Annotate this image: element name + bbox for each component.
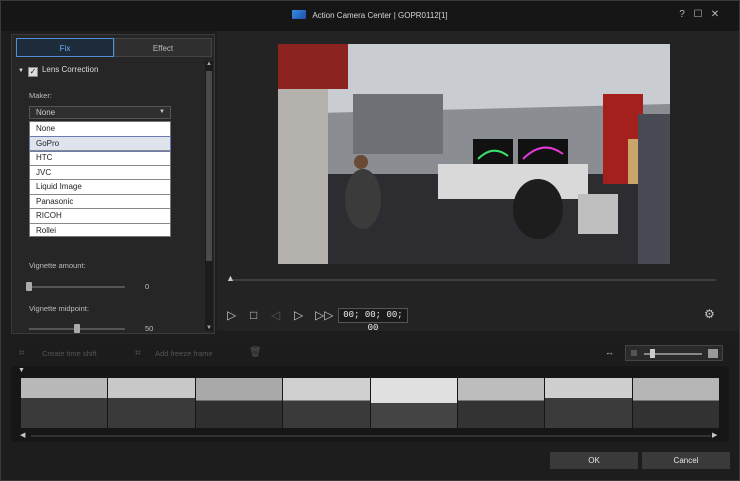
vignette-amount-slider[interactable] <box>29 286 125 288</box>
tab-fix[interactable]: Fix <box>16 38 114 57</box>
thumbnail-frame <box>283 378 370 428</box>
add-freeze-frame-button[interactable]: Add freeze frame <box>155 349 213 358</box>
close-button[interactable]: ✕ <box>708 9 722 21</box>
timecode-display: 00; 00; 00; 00 <box>338 308 408 333</box>
delete-trash-icon[interactable]: 🗑 <box>249 347 262 358</box>
window-title-text: Action Camera Center | GOPR0112[1] <box>312 11 448 20</box>
seek-handle-icon[interactable]: ▲ <box>226 273 235 283</box>
thumbnail-frame <box>195 378 283 428</box>
maker-option-jvc[interactable]: JVC <box>30 166 170 180</box>
thumbnail-frame <box>457 378 545 428</box>
scroll-left-icon[interactable]: ◀ <box>20 431 25 439</box>
maker-label: Maker: <box>29 91 52 100</box>
create-time-shift-icon: ⌗ <box>19 348 25 359</box>
panel-scrollbar[interactable]: ▲ ▼ <box>205 61 213 331</box>
app-icon <box>292 10 307 19</box>
zoom-out-icon[interactable] <box>631 350 637 356</box>
thumbnail-frame <box>370 378 457 428</box>
fast-forward-icon[interactable]: ▷▷ <box>315 308 333 322</box>
maker-option-liquid-image[interactable]: Liquid Image <box>30 180 170 195</box>
maker-option-ricoh[interactable]: RICOH <box>30 209 170 224</box>
maximize-button[interactable]: ☐ <box>691 9 705 21</box>
maker-option-gopro[interactable]: GoPro <box>29 135 171 152</box>
fix-panel: Fix Effect ▼ ✓ Lens Correction Maker: None… <box>11 34 215 334</box>
chevron-down-icon: ▼ <box>159 109 165 115</box>
next-frame-icon[interactable]: ▷ <box>294 308 303 322</box>
thumbnail-frame <box>21 378 108 428</box>
lens-correction-header[interactable]: ▼ ✓ Lens Correction <box>18 65 98 77</box>
add-freeze-frame-icon: ⌗ <box>135 348 141 359</box>
window-title: Action Camera Center | GOPR0112[1] <box>1 10 739 20</box>
vignette-midpoint-label: Vignette midpoint: <box>29 304 89 313</box>
ok-button[interactable]: OK <box>550 452 638 469</box>
zoom-in-icon[interactable] <box>708 349 718 358</box>
fit-timeline-icon[interactable]: ↔ <box>605 347 614 357</box>
vignette-amount-handle[interactable] <box>26 282 32 291</box>
maker-dropdown-list: None GoPro HTC JVC Liquid Image Panasoni… <box>29 121 171 237</box>
create-time-shift-button[interactable]: Create time shift <box>42 349 97 358</box>
cancel-button[interactable]: Cancel <box>642 452 730 469</box>
office-scene-image <box>278 44 670 264</box>
scrollbar-thumb[interactable] <box>206 71 212 261</box>
collapse-arrow-icon[interactable]: ▼ <box>18 68 24 74</box>
maker-option-none[interactable]: None <box>30 122 170 137</box>
thumbnail-strip[interactable] <box>21 378 719 428</box>
timeline-scrollbar[interactable] <box>31 435 711 437</box>
stop-icon[interactable]: □ <box>250 308 257 322</box>
tab-effect[interactable]: Effect <box>114 38 212 57</box>
maker-option-rollei[interactable]: Rollei <box>30 224 170 239</box>
action-camera-center-window: Action Camera Center | GOPR0112[1] ? ☐ ✕… <box>0 0 740 481</box>
video-preview <box>278 44 670 264</box>
thumbnail-frame <box>545 378 632 428</box>
play-icon[interactable]: ▷ <box>227 308 236 322</box>
maker-select[interactable]: None ▼ <box>29 106 171 119</box>
lens-correction-label: Lens Correction <box>41 65 99 74</box>
scroll-down-icon[interactable]: ▼ <box>205 325 213 331</box>
zoom-slider-handle[interactable] <box>650 349 655 358</box>
vignette-amount-value: 0 <box>145 282 150 291</box>
playhead-marker-icon[interactable]: ▼ <box>18 367 25 374</box>
maker-option-panasonic[interactable]: Panasonic <box>30 195 170 209</box>
vignette-midpoint-value: 50 <box>145 324 154 333</box>
previous-frame-icon[interactable]: ◁ <box>271 308 280 322</box>
title-bar[interactable]: Action Camera Center | GOPR0112[1] ? ☐ ✕ <box>1 1 739 31</box>
help-button[interactable]: ? <box>675 9 689 21</box>
maker-select-value: None <box>36 108 56 117</box>
seek-bar[interactable] <box>229 279 716 281</box>
lens-correction-checkbox[interactable]: ✓ <box>27 67 38 77</box>
maker-option-htc[interactable]: HTC <box>30 151 170 166</box>
settings-gear-icon[interactable]: ⚙ <box>704 307 715 321</box>
vignette-amount-label: Vignette amount: <box>29 261 86 270</box>
timeline-toolbar: ⌗ Create time shift ⌗ Add freeze frame 🗑… <box>11 341 736 365</box>
scroll-right-icon[interactable]: ▶ <box>712 431 717 439</box>
thumbnail-frame <box>108 378 195 428</box>
scroll-up-icon[interactable]: ▲ <box>205 61 213 67</box>
vignette-midpoint-handle[interactable] <box>74 324 80 333</box>
zoom-control <box>625 345 723 361</box>
thumbnail-frame <box>632 378 719 428</box>
